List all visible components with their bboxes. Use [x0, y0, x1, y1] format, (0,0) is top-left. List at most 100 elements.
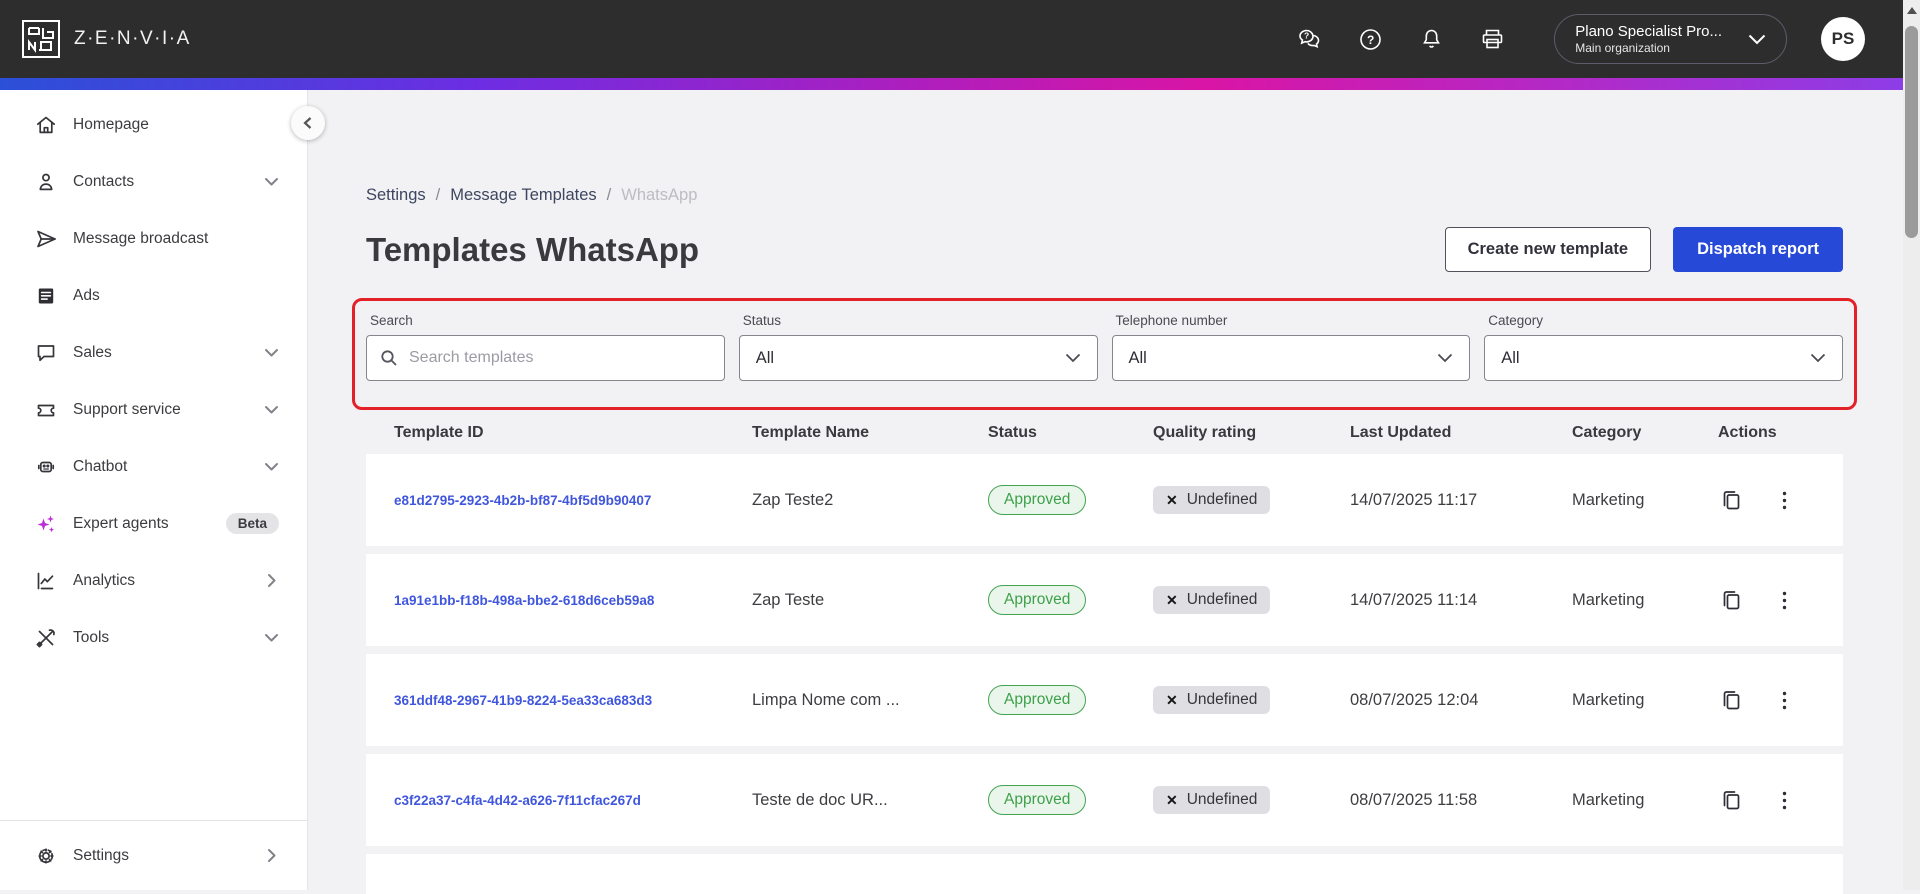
copy-icon[interactable] [1718, 687, 1745, 714]
template-id-link[interactable]: e81d2795-2923-4b2b-bf87-4bf5d9b90407 [394, 493, 752, 508]
sidebar-item-contacts[interactable]: Contacts [0, 153, 307, 210]
template-id-link[interactable]: c3f22a37-c4fa-4d42-a626-7f11cfac267d [394, 793, 752, 808]
breadcrumb-settings[interactable]: Settings [366, 186, 426, 205]
svg-text:?: ? [1304, 30, 1309, 40]
help-icon[interactable]: ? [1357, 26, 1384, 53]
x-icon: ✕ [1166, 691, 1178, 708]
sidebar-collapse-button[interactable] [291, 106, 325, 140]
chevron-down-icon [1438, 353, 1453, 363]
sidebar-item-expert-agents[interactable]: Expert agents Beta [0, 495, 307, 552]
chevron-down-icon [1748, 34, 1766, 44]
sidebar-item-label: Chatbot [73, 457, 128, 475]
chat-support-icon[interactable]: ? [1296, 26, 1323, 53]
sidebar-item-chatbot[interactable]: Chatbot [0, 438, 307, 495]
home-icon [36, 116, 56, 133]
status-badge: Approved [988, 785, 1087, 815]
breadcrumb: Settings / Message Templates / WhatsApp [366, 186, 698, 205]
organization-subtitle: Main organization [1575, 41, 1670, 55]
breadcrumb-message-templates[interactable]: Message Templates [450, 186, 596, 205]
brand-gradient-bar [0, 78, 1920, 90]
chevron-down-icon [264, 345, 279, 360]
filter-status: Status All [738, 313, 1098, 381]
column-header: Template Name [752, 424, 870, 441]
filters-annotation-box: Search Status All [352, 298, 1857, 410]
last-updated: 14/07/2025 11:17 [1350, 490, 1478, 509]
organization-name: Plano Specialist Pro... [1575, 23, 1722, 40]
filter-telephone: Telephone number All [1111, 313, 1471, 381]
sidebar-item-settings[interactable]: Settings [0, 820, 307, 890]
status-badge: Approved [988, 585, 1087, 615]
template-name: Zap Teste2 [752, 490, 834, 509]
dispatch-report-button[interactable]: Dispatch report [1673, 227, 1843, 272]
copy-icon[interactable] [1718, 787, 1745, 814]
kebab-menu-icon[interactable] [1771, 487, 1798, 514]
robot-icon [37, 461, 55, 472]
status-select[interactable]: All [738, 335, 1098, 381]
table-row: e81d2795-2923-4b2b-bf87-4bf5d9b90407 Zap… [366, 454, 1843, 546]
x-icon: ✕ [1166, 791, 1178, 808]
category-select[interactable]: All [1484, 335, 1843, 381]
vertical-scrollbar[interactable] [1903, 0, 1920, 890]
contacts-icon [39, 173, 53, 190]
table-row: 361ddf48-2967-41b9-8224-5ea33ca683d3 Lim… [366, 654, 1843, 746]
bell-icon[interactable] [1418, 26, 1445, 53]
chevron-right-icon [264, 573, 279, 588]
chevron-down-icon [264, 402, 279, 417]
avatar[interactable]: PS [1821, 17, 1865, 61]
scrollbar-up-arrow-icon[interactable] [1906, 7, 1917, 14]
sidebar-item-label: Support service [73, 400, 181, 418]
page-title: Templates WhatsApp [366, 230, 700, 268]
telephone-label: Telephone number [1115, 313, 1228, 328]
status-label: Status [742, 313, 782, 328]
sidebar-item-ads[interactable]: Ads [0, 267, 307, 324]
column-header: Last Updated [1350, 424, 1452, 441]
search-input[interactable] [366, 335, 725, 381]
column-header: Status [988, 424, 1037, 441]
category: Marketing [1572, 490, 1645, 509]
sidebar-item-homepage[interactable]: Homepage [0, 96, 307, 153]
sidebar-item-label: Expert agents [73, 514, 169, 532]
table-row-partial [366, 854, 1843, 894]
table-row: c3f22a37-c4fa-4d42-a626-7f11cfac267d Tes… [366, 754, 1843, 846]
column-header: Template ID [394, 424, 484, 441]
template-name: Limpa Nome com ... [752, 690, 900, 709]
copy-icon[interactable] [1718, 487, 1745, 514]
topbar: Z·E·N·V·I·A ? ? Plano Specialist Pro... … [0, 0, 1920, 78]
telephone-select[interactable]: All [1111, 335, 1471, 381]
chevron-left-icon [303, 117, 312, 129]
table-row: 1a91e1bb-f18b-498a-bbe2-618d6ceb59a8 Zap… [366, 554, 1843, 646]
breadcrumb-whatsapp: WhatsApp [621, 186, 698, 204]
sidebar-item-label: Contacts [73, 172, 135, 190]
status-badge: Approved [988, 485, 1087, 515]
brand-name: Z·E·N·V·I·A [74, 28, 191, 49]
template-id-link[interactable]: 1a91e1bb-f18b-498a-bbe2-618d6ceb59a8 [394, 593, 752, 608]
beta-badge: Beta [225, 513, 279, 534]
kebab-menu-icon[interactable] [1771, 687, 1798, 714]
chevron-right-icon [264, 848, 279, 863]
quality-badge: ✕ Undefined [1153, 686, 1271, 714]
sidebar-item-support-service[interactable]: Support service [0, 381, 307, 438]
sidebar-item-analytics[interactable]: Analytics [0, 552, 307, 609]
organization-selector[interactable]: Plano Specialist Pro... Main organizatio… [1554, 14, 1787, 64]
x-icon: ✕ [1166, 491, 1178, 508]
copy-icon[interactable] [1718, 587, 1745, 614]
template-id-link[interactable]: 361ddf48-2967-41b9-8224-5ea33ca683d3 [394, 693, 752, 708]
scrollbar-thumb[interactable] [1905, 26, 1918, 238]
kebab-menu-icon[interactable] [1771, 787, 1798, 814]
category: Marketing [1572, 690, 1645, 709]
search-label: Search [370, 313, 413, 328]
send-icon [37, 230, 56, 247]
x-icon: ✕ [1166, 591, 1178, 608]
sidebar-item-sales[interactable]: Sales [0, 324, 307, 381]
sidebar-item-message-broadcast[interactable]: Message broadcast [0, 210, 307, 267]
printer-icon[interactable] [1479, 26, 1506, 53]
table-header: Template ID Template Name Status Quality… [366, 410, 1843, 454]
kebab-menu-icon[interactable] [1771, 587, 1798, 614]
last-updated: 08/07/2025 11:58 [1350, 790, 1478, 809]
filter-category: Category All [1484, 313, 1843, 381]
zenvia-logo-icon [22, 20, 60, 58]
line-chart-icon [37, 572, 54, 589]
create-new-template-button[interactable]: Create new template [1444, 227, 1652, 272]
sidebar-item-tools[interactable]: Tools [0, 609, 307, 666]
sales-chat-icon [37, 344, 55, 361]
